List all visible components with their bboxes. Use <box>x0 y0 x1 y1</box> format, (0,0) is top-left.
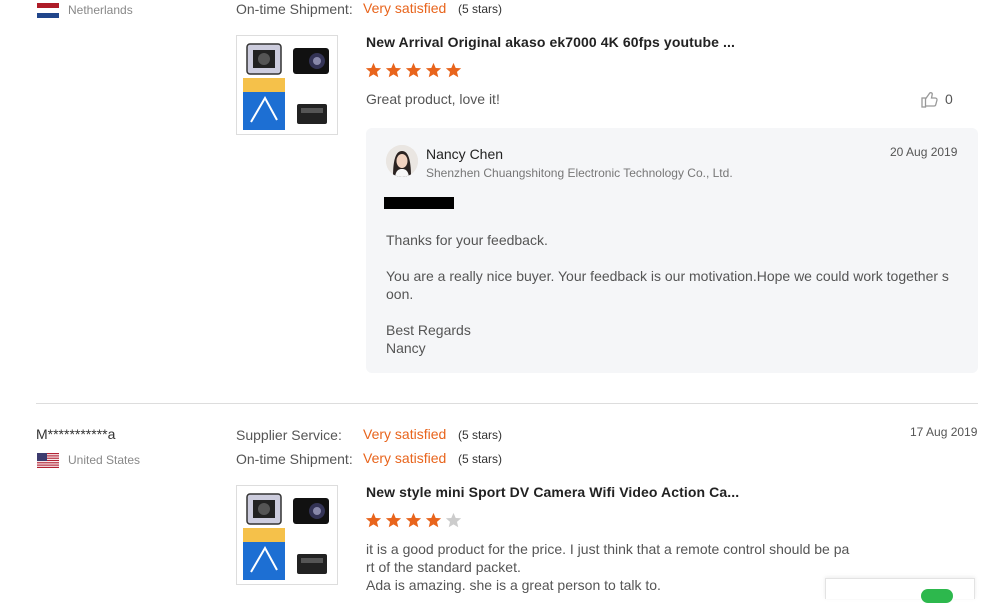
star-filled-icon <box>425 512 442 528</box>
star-filled-icon <box>385 62 402 78</box>
rating-stars <box>365 62 462 79</box>
product-title-link[interactable]: New Arrival Original akaso ek7000 4K 60f… <box>366 34 735 50</box>
star-empty-icon <box>445 512 462 528</box>
supplier-stars-text: (5 stars) <box>458 428 503 442</box>
supplier-service-label: Supplier Service: <box>236 427 342 443</box>
reviewer-name: M***********a <box>36 426 116 442</box>
shipment-value: Very satisfied <box>363 0 447 16</box>
shipment-label: On-time Shipment: <box>236 1 353 17</box>
avatar <box>386 145 418 177</box>
star-filled-icon <box>405 512 422 528</box>
thumbs-up-icon[interactable] <box>920 90 940 110</box>
review-text-line: Ada is amazing. she is a great person to… <box>366 577 661 593</box>
floating-panel[interactable] <box>825 578 975 603</box>
reply-company: Shenzhen Chuangshitong Electronic Techno… <box>426 166 733 180</box>
star-filled-icon <box>385 512 402 528</box>
reply-line: oon. <box>386 286 414 302</box>
reply-line: Thanks for your feedback. <box>386 232 548 248</box>
shipment-stars-text: (5 stars) <box>458 2 503 16</box>
star-filled-icon <box>445 62 462 78</box>
product-thumbnail[interactable] <box>236 35 338 135</box>
review-text-line: rt of the standard packet. <box>366 559 521 575</box>
star-filled-icon <box>405 62 422 78</box>
review-text: Great product, love it! <box>366 91 500 107</box>
product-thumbnail[interactable] <box>236 485 338 585</box>
supplier-service-value: Very satisfied <box>363 426 447 442</box>
reply-line: Best Regards <box>386 322 471 338</box>
shipment-value: Very satisfied <box>363 450 447 466</box>
product-title-link[interactable]: New style mini Sport DV Camera Wifi Vide… <box>366 484 739 500</box>
divider <box>36 403 978 404</box>
reviewer-country: Netherlands <box>68 3 133 17</box>
review-date: 17 Aug 2019 <box>910 425 978 439</box>
star-filled-icon <box>425 62 442 78</box>
reviewer-country: United States <box>68 453 141 467</box>
reply-author-name: Nancy Chen <box>426 146 504 162</box>
redacted-bar <box>384 197 454 209</box>
toggle-switch[interactable] <box>921 589 953 603</box>
like-count: 0 <box>945 91 953 107</box>
rating-stars <box>365 512 462 529</box>
us-flag-icon <box>37 453 59 468</box>
star-filled-icon <box>365 512 382 528</box>
shipment-stars-text: (5 stars) <box>458 452 503 466</box>
reply-date: 20 Aug 2019 <box>890 145 958 159</box>
reply-line: Nancy <box>386 340 426 356</box>
star-filled-icon <box>365 62 382 78</box>
shipment-label: On-time Shipment: <box>236 451 353 467</box>
netherlands-flag-icon <box>37 3 59 18</box>
reply-line: You are a really nice buyer. Your feedba… <box>386 268 949 284</box>
review-text-line: it is a good product for the price. I ju… <box>366 541 850 557</box>
